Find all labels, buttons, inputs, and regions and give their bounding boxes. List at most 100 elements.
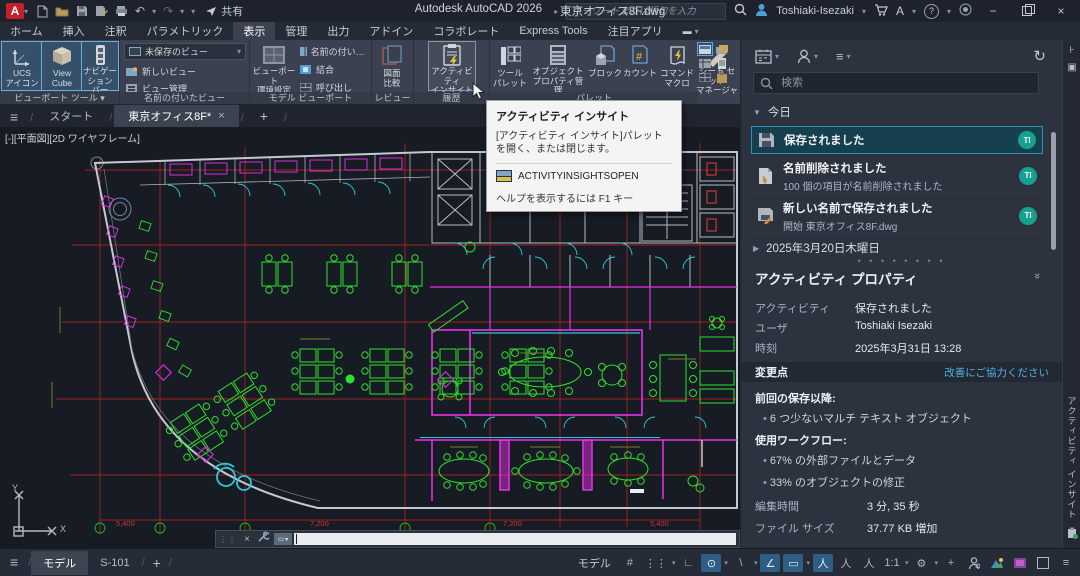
tab-parametric[interactable]: パラメトリック [137, 22, 234, 40]
activity-search-input[interactable] [779, 76, 1032, 90]
count-palette-button[interactable]: # カウント [623, 42, 657, 90]
account-name[interactable]: Toshiaki-Isezaki [776, 5, 854, 17]
new-lay[interactable]: + [145, 553, 169, 573]
share-button[interactable]: 共有 [205, 3, 243, 19]
activity-item-purged[interactable]: 名前削除されました 100 個の項目が名前削除されました TI [751, 158, 1043, 194]
grid-display-icon[interactable]: # [620, 554, 640, 572]
new-file-icon[interactable] [36, 5, 48, 18]
navigation-bar-button[interactable]: ナビゲーション バー [82, 42, 118, 90]
annotation-scale-value[interactable]: 1:1 [882, 554, 902, 572]
palette-scrollbar[interactable] [1051, 132, 1056, 250]
object-snap-icon[interactable]: ▭ [783, 554, 803, 572]
tab-document-active[interactable]: 東京オフィス8F* × [114, 105, 238, 127]
tab-featured-apps[interactable]: 注目アプリ [598, 22, 673, 40]
viewport-config-button[interactable]: ビューポート 環境設定 ▾ [252, 42, 296, 90]
snap-caret-icon[interactable]: ▾ [672, 559, 676, 567]
qat-customize-icon[interactable]: ▾ [191, 7, 195, 16]
osnap-tracking-icon[interactable]: ∠ [760, 554, 780, 572]
tab-insert[interactable]: 挿入 [53, 22, 95, 40]
mini-palette-icon-6[interactable] [715, 71, 729, 83]
snap-mode-icon[interactable]: ⋮⋮ [643, 554, 669, 572]
tab-addins[interactable]: アドイン [359, 22, 423, 40]
command-line-close-icon[interactable]: × [240, 534, 254, 545]
annotation-monitor-icon[interactable]: + [941, 554, 961, 572]
group-today[interactable]: ▼今日 [753, 104, 791, 120]
refresh-icon[interactable]: ↻ [1033, 47, 1046, 65]
command-line-grip[interactable]: ⋮⋮ [216, 535, 240, 544]
osnap-caret-icon[interactable]: ▾ [806, 559, 810, 567]
command-line[interactable]: ⋮⋮ × ▭▾ [215, 530, 740, 548]
undo-icon[interactable]: ↶ [135, 4, 145, 18]
plot-icon[interactable] [115, 5, 128, 17]
fullscreen-icon[interactable] [1033, 554, 1053, 572]
open-folder-icon[interactable] [55, 5, 69, 17]
restore-button[interactable] [1014, 2, 1040, 20]
undo-caret-icon[interactable]: ▾ [152, 7, 156, 16]
autodesk-logo-icon[interactable]: A [896, 4, 904, 18]
command-line-customize-icon[interactable] [254, 530, 272, 548]
tab-view[interactable]: 表示 [233, 22, 275, 40]
tab-annotate[interactable]: 注釈 [95, 22, 137, 40]
viewcube-button[interactable]: View Cube [42, 42, 82, 90]
search-icon[interactable] [734, 3, 747, 19]
activity-insights-button[interactable]: アクティビティ インサイト [429, 42, 475, 90]
redo-caret-icon[interactable]: ▾ [180, 7, 184, 16]
mini-palette-icon-2[interactable] [715, 43, 729, 55]
command-macros-button[interactable]: コマンド マクロ [658, 42, 696, 90]
join-viewports-button[interactable]: 結合 [300, 63, 334, 76]
mini-palette-icon-1[interactable] [698, 43, 712, 55]
tab-express-tools[interactable]: Express Tools [509, 22, 597, 40]
tab-start[interactable]: スタート [35, 105, 107, 127]
activity-item-saved[interactable]: 保存されました TI [751, 126, 1043, 154]
save-as-icon[interactable] [95, 5, 108, 17]
polar-caret-icon[interactable]: ▾ [724, 559, 728, 567]
polar-tracking-icon[interactable]: ⊙ [701, 554, 721, 572]
help-icon[interactable]: ? [924, 4, 939, 19]
scale-caret-icon[interactable]: ▾ [905, 559, 909, 567]
tab-close-icon[interactable]: × [218, 110, 224, 122]
annotation-scale-icon[interactable]: 人 [859, 554, 879, 572]
ucs-icon-button[interactable]: UCS アイコン [2, 42, 42, 90]
date-filter-button[interactable]: ▾ [755, 49, 779, 64]
app-menu-caret-icon[interactable]: ▾ [24, 7, 28, 16]
named-viewports-button[interactable]: 名前の付いたビューポート [300, 45, 370, 58]
notification-icon[interactable] [959, 3, 972, 19]
tab-output[interactable]: 出力 [317, 22, 359, 40]
blocks-palette-button[interactable]: ブロック [588, 42, 622, 90]
new-drawing-button[interactable]: + [246, 105, 282, 127]
view-dropdown[interactable]: 未保存のビュー▾ [124, 43, 246, 60]
account-icon[interactable] [755, 3, 768, 19]
new-view-button[interactable]: 新しいビュー [126, 65, 196, 78]
model-tab[interactable]: モデル [31, 551, 88, 575]
account-caret-icon[interactable]: ▾ [862, 7, 866, 16]
help-caret-icon[interactable]: ▾ [947, 7, 951, 16]
palette-autohide-icon[interactable]: ⊦ [1069, 45, 1074, 56]
isometric-caret-icon[interactable]: ▾ [754, 559, 758, 567]
ribbon-collapse-icon[interactable]: ▬▾ [673, 22, 709, 40]
panel-splitter[interactable]: • • • • • • • • [741, 256, 1062, 266]
cart-icon[interactable] [874, 4, 888, 19]
mini-palette-icon-4[interactable] [715, 57, 729, 69]
autodesk-caret-icon[interactable]: ▾ [912, 7, 916, 16]
status-customization-icon[interactable]: ≡ [1056, 554, 1076, 572]
event-type-filter-button[interactable]: ≡ ▾ [836, 49, 851, 64]
close-button[interactable]: × [1048, 2, 1074, 20]
workspace-caret-icon[interactable]: ▾ [934, 559, 938, 567]
graphics-performance-icon[interactable] [987, 554, 1007, 572]
layout-tab[interactable]: S-101 [88, 553, 141, 573]
tab-manage[interactable]: 管理 [275, 22, 317, 40]
model-space-label[interactable]: モデル [578, 555, 611, 571]
clean-screen-preview-icon[interactable] [1010, 554, 1030, 572]
file-tab-menu-icon[interactable]: ≡ [0, 109, 28, 127]
minimize-button[interactable]: − [980, 2, 1006, 20]
tab-collaborate[interactable]: コラボレート [423, 22, 509, 40]
isometric-drafting-icon[interactable]: \ [731, 554, 751, 572]
drawing-compare-button[interactable]: 図面 比較 [372, 42, 412, 90]
workspace-switching-icon[interactable]: ⚙ [911, 554, 931, 572]
collapse-properties-icon[interactable]: » [1031, 273, 1043, 279]
mini-palette-icon-3[interactable] [698, 57, 712, 69]
panel-label-viewport-tools[interactable]: ビューポート ツール ▾ [0, 92, 119, 104]
save-icon[interactable] [76, 5, 88, 17]
activity-item-saved-as[interactable]: 新しい名前で保存されました 開始 東京オフィス8F.dwg TI [751, 198, 1043, 234]
tab-home[interactable]: ホーム [0, 22, 53, 40]
